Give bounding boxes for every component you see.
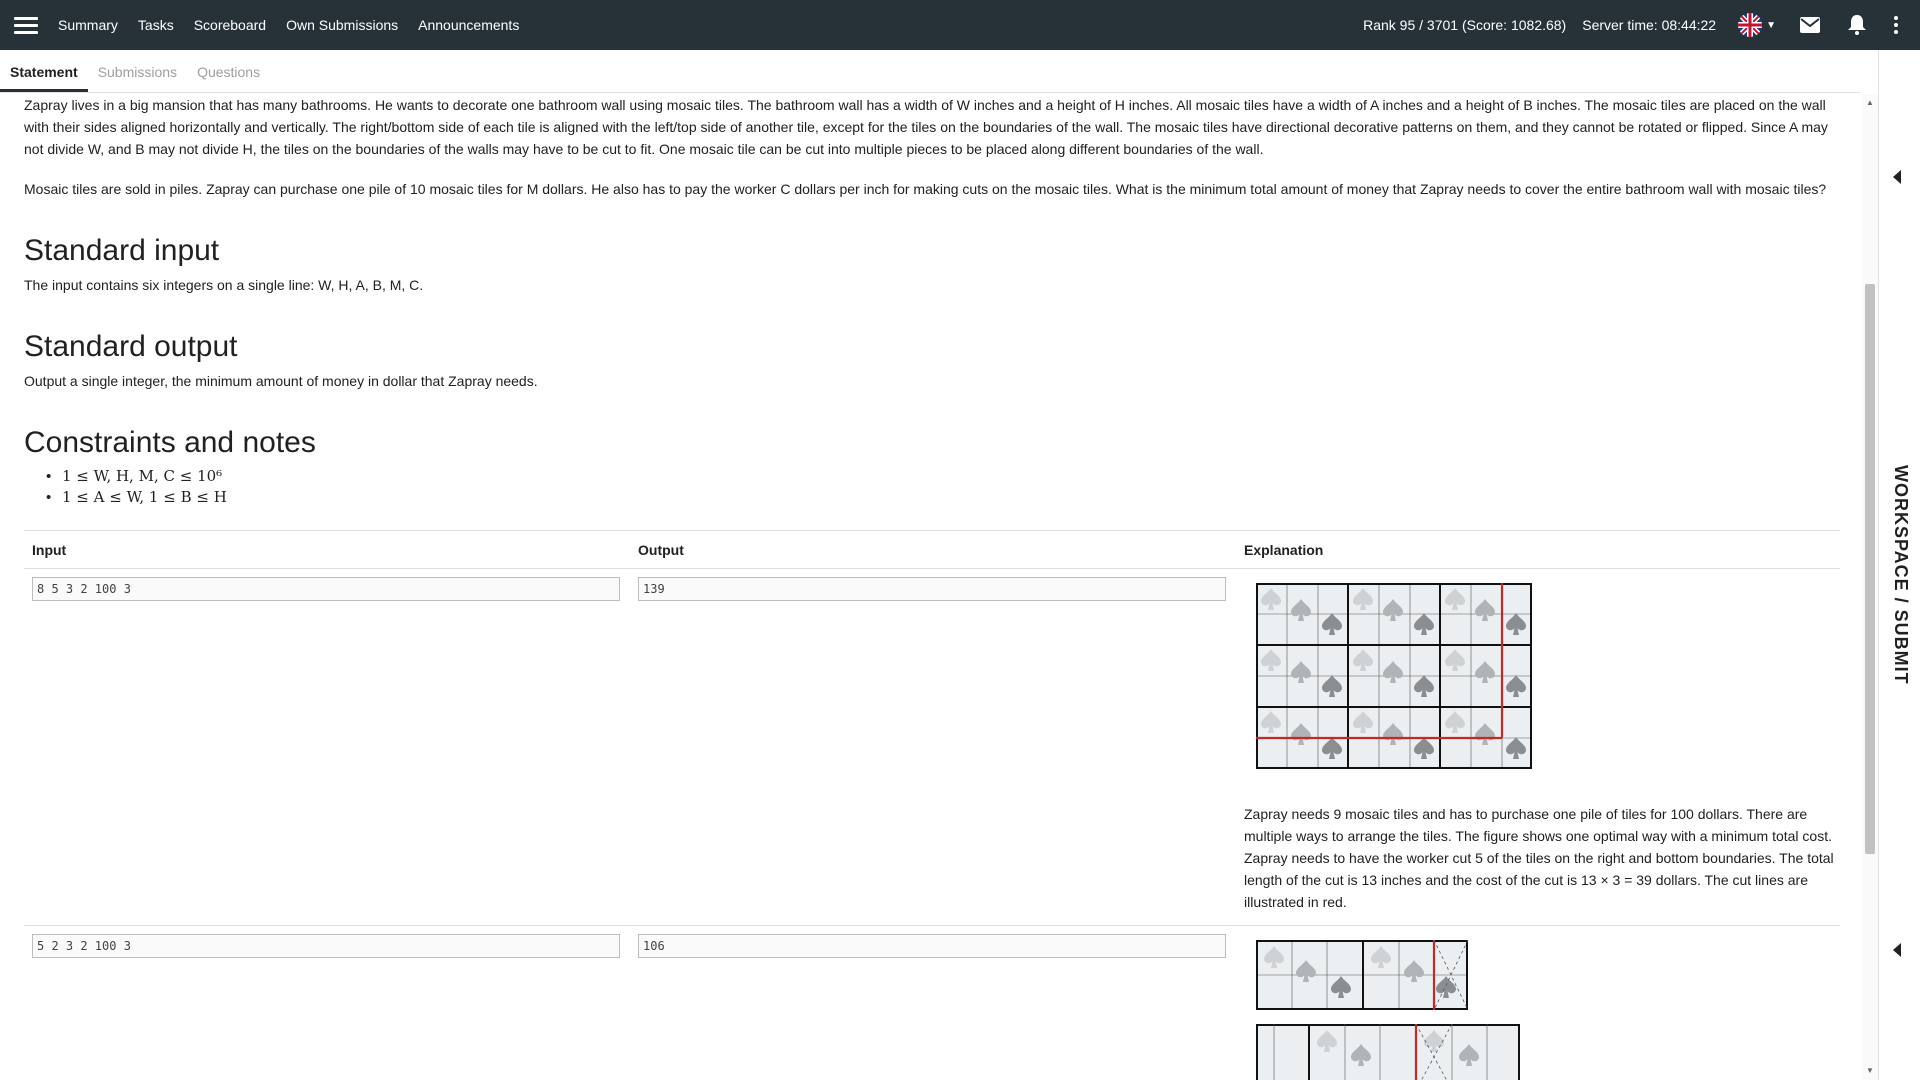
nav-tasks[interactable]: Tasks xyxy=(138,17,174,33)
nav-scoreboard[interactable]: Scoreboard xyxy=(194,17,266,33)
tab-questions[interactable]: Questions xyxy=(187,64,270,92)
uk-flag-icon[interactable] xyxy=(1738,13,1763,37)
constraints-heading: Constraints and notes xyxy=(24,426,316,459)
header-explanation: Explanation xyxy=(1244,541,1324,558)
menu-icon[interactable] xyxy=(14,16,38,34)
example-input-box[interactable]: 8 5 3 2 100 3 xyxy=(32,577,620,601)
header-input: Input xyxy=(32,541,67,558)
nav-own-submissions[interactable]: Own Submissions xyxy=(286,17,398,33)
constraints-list: 1 ≤ W, H, M, C ≤ 10⁶ 1 ≤ A ≤ W, 1 ≤ B ≤ … xyxy=(46,466,1838,508)
tab-submissions[interactable]: Submissions xyxy=(88,64,187,92)
workspace-panel[interactable]: WORKSPACE / SUBMIT xyxy=(1878,50,1920,1080)
tab-statement[interactable]: Statement xyxy=(0,64,88,92)
workspace-submit-label[interactable]: WORKSPACE / SUBMIT xyxy=(1890,465,1911,685)
constraint-item: 1 ≤ A ≤ W, 1 ≤ B ≤ H xyxy=(46,487,1838,508)
scroll-up-icon[interactable]: ▲ xyxy=(1866,98,1874,107)
more-vert-icon[interactable] xyxy=(1894,16,1898,34)
collapse-left-icon[interactable] xyxy=(1893,170,1901,184)
header-output: Output xyxy=(638,541,684,558)
scroll-down-icon[interactable]: ▼ xyxy=(1866,1066,1874,1075)
nav-summary[interactable]: Summary xyxy=(58,17,118,33)
scroll-thumb[interactable] xyxy=(1865,284,1875,854)
nav-announcements[interactable]: Announcements xyxy=(418,17,519,33)
tiling-figure-1 xyxy=(1256,583,1532,769)
output-text: Output a single integer, the minimum amo… xyxy=(24,373,538,389)
example-row: 8 5 3 2 100 3 139 Zapray needs 9 mosaic … xyxy=(24,569,1840,926)
rank-score: Rank 95 / 3701 (Score: 1082.68) xyxy=(1363,17,1567,33)
example-input-box[interactable]: 5 2 3 2 100 3 xyxy=(32,934,620,958)
example-row: 5 2 3 2 100 3 106 xyxy=(24,926,1840,1080)
tiling-figure-2 xyxy=(1256,940,1520,1080)
bell-icon[interactable] xyxy=(1848,15,1866,35)
content-scrollbar[interactable]: ▲ ▼ xyxy=(1862,94,1878,1080)
input-heading: Standard input xyxy=(24,234,220,267)
expand-left-icon[interactable] xyxy=(1893,943,1901,957)
output-heading: Standard output xyxy=(24,330,238,363)
top-navbar: Summary Tasks Scoreboard Own Submissions… xyxy=(0,0,1920,50)
example-output-box[interactable]: 106 xyxy=(638,934,1226,958)
chevron-down-icon[interactable]: ▼ xyxy=(1766,20,1776,31)
examples-table: Input Output Explanation 8 5 3 2 100 3 1… xyxy=(24,530,1840,1080)
piles-paragraph: Mosaic tiles are sold in piles. Zapray c… xyxy=(24,181,1827,197)
constraint-item: 1 ≤ W, H, M, C ≤ 10⁶ xyxy=(46,466,1838,487)
intro-paragraph: Zapray lives in a big mansion that has m… xyxy=(24,97,1828,157)
statement-tabs: Statement Submissions Questions xyxy=(0,50,1860,93)
example-output-box[interactable]: 139 xyxy=(638,577,1226,601)
input-text: The input contains six integers on a sin… xyxy=(24,277,424,293)
statement-content: Zapray lives in a big mansion that has m… xyxy=(0,94,1862,1080)
envelope-icon[interactable] xyxy=(1800,17,1820,33)
examples-header: Input Output Explanation xyxy=(24,531,1840,569)
server-time: Server time: 08:44:22 xyxy=(1582,17,1717,33)
example-explanation: Zapray needs 9 mosaic tiles and has to p… xyxy=(1244,806,1834,910)
